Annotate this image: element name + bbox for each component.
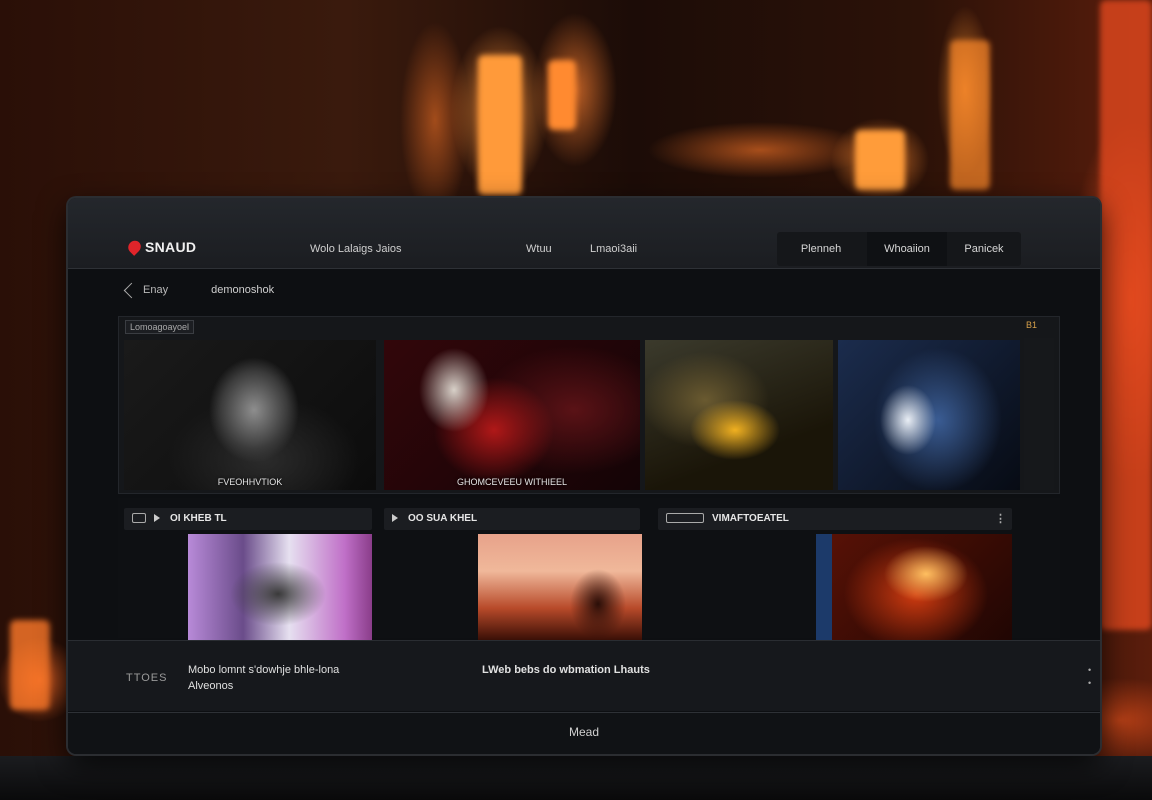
back-icon[interactable]	[123, 282, 140, 298]
card-label: VIMAFTOEATEL	[712, 513, 789, 524]
thumbnail-caption: FVEOHHVTIOK	[217, 477, 283, 487]
card-label: OO SUA KHEL	[408, 513, 478, 524]
info-badge: TTOES	[126, 672, 168, 684]
content-thumbnail-3[interactable]	[816, 534, 1012, 640]
play-icon[interactable]	[392, 514, 398, 523]
nav-button-group: Plenneh Whoaiion Panicek	[777, 232, 1021, 266]
nav-link-1[interactable]: Wolo Lalaigs Jaios	[310, 243, 402, 255]
info-more-icon[interactable]: • •	[1088, 664, 1091, 690]
logo-icon	[125, 238, 144, 256]
back-label[interactable]: Enay	[143, 284, 168, 296]
sub-header: Enay demonoshok	[123, 282, 275, 298]
featured-thumbnail-4[interactable]	[838, 340, 1020, 490]
footer-label: Mead	[568, 725, 600, 739]
card-label: OI KHEB TL	[170, 513, 227, 524]
play-icon[interactable]	[154, 514, 160, 523]
nav-button-3[interactable]: Panicek	[947, 232, 1021, 266]
logo-text: SNAUD	[145, 239, 197, 255]
thumbnail-edge	[816, 534, 832, 640]
card-header-1[interactable]: OI KHEB TL	[124, 508, 372, 530]
card-header-2[interactable]: OO SUA KHEL	[384, 508, 640, 530]
nav-link-2[interactable]: Wtuu	[526, 243, 552, 255]
panel-scrollbar[interactable]	[1024, 338, 1054, 490]
info-line-3[interactable]: LWeb bebs do wbmation Lhauts	[482, 664, 650, 676]
panel-title[interactable]: Lomoagoayoel	[125, 320, 195, 334]
featured-thumbnail-2[interactable]: GHOMCEVEEU WITHIEEL	[384, 340, 640, 490]
nav-link-3[interactable]: Lmaoi3aii	[590, 243, 637, 255]
content-thumbnail-1[interactable]	[188, 534, 372, 640]
featured-thumbnail-3[interactable]	[645, 340, 833, 490]
keyboard	[0, 756, 1152, 800]
panel-badge: B1	[1025, 320, 1037, 330]
card-header-3[interactable]: VIMAFTOEATEL ⋮	[658, 508, 1012, 530]
thumbnail-caption: GHOMCEVEEU WITHIEEL	[456, 477, 567, 487]
nav-button-2[interactable]: Whoaiion	[867, 232, 947, 266]
nav-button-1[interactable]: Plenneh	[777, 232, 865, 266]
featured-thumbnail-1[interactable]: FVEOHHVTIOK	[124, 340, 376, 490]
monitor-screen: SNAUD Wolo Lalaigs Jaios Wtuu Lmaoi3aii …	[68, 198, 1100, 754]
section-title: demonoshok	[211, 284, 275, 296]
info-line-2: Alveonos	[188, 680, 234, 692]
more-options-icon[interactable]: ⋮	[995, 508, 1006, 530]
info-line-1: Mobo lomnt s'dowhje bhle-lona	[188, 664, 340, 676]
content-thumbnail-2[interactable]	[478, 534, 642, 640]
app-logo[interactable]: SNAUD	[125, 238, 197, 256]
screen-icon	[132, 513, 146, 524]
screen-icon	[666, 513, 704, 524]
